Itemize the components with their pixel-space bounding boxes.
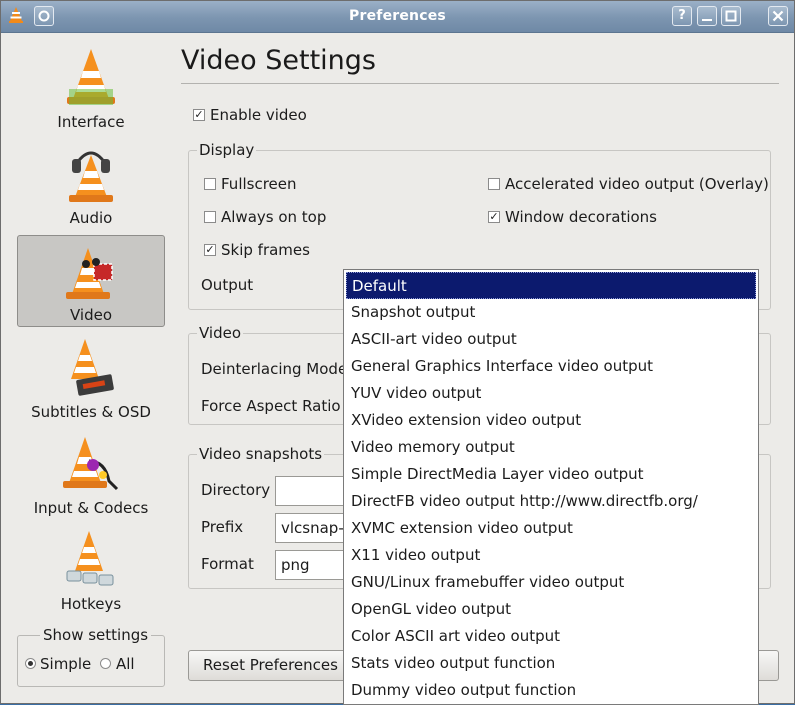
title-bar[interactable]: Preferences ?: [1, 1, 794, 33]
output-option[interactable]: Dummy video output function: [346, 677, 756, 704]
output-option[interactable]: Color ASCII art video output: [346, 623, 756, 650]
audio-cone-icon: [69, 151, 113, 202]
display-group-title: Display: [197, 141, 257, 159]
hotkeys-cone-icon: [66, 531, 114, 586]
directory-label: Directory: [201, 481, 271, 499]
category-label: Audio: [69, 209, 113, 227]
title-divider: [181, 83, 779, 84]
video-group-title: Video: [197, 324, 244, 342]
category-list: Interface Audio Video Subtitles & OSD In…: [17, 41, 165, 621]
category-subtitles-osd[interactable]: Subtitles & OSD: [17, 331, 165, 423]
accelerated-output-label[interactable]: Accelerated video output (Overlay): [505, 175, 769, 193]
output-option[interactable]: XVMC extension video output: [346, 515, 756, 542]
snapshots-group-title: Video snapshots: [197, 445, 325, 463]
accelerated-output-checkbox[interactable]: [488, 178, 500, 190]
category-video[interactable]: Video: [17, 235, 165, 327]
close-button[interactable]: [768, 6, 788, 26]
skip-frames-label[interactable]: Skip frames: [221, 241, 310, 259]
video-cone-icon: [66, 248, 113, 299]
simple-radio[interactable]: [25, 658, 36, 669]
fullscreen-label[interactable]: Fullscreen: [221, 175, 297, 193]
category-label: Subtitles & OSD: [31, 403, 151, 421]
enable-video-label[interactable]: Enable video: [210, 106, 307, 124]
prefix-label: Prefix: [201, 518, 244, 536]
all-radio[interactable]: [100, 658, 111, 669]
show-settings-group: Show settings Simple All: [17, 626, 165, 687]
category-audio[interactable]: Audio: [17, 137, 165, 229]
output-option[interactable]: GNU/Linux framebuffer video output: [346, 569, 756, 596]
simple-label[interactable]: Simple: [40, 655, 91, 673]
output-label: Output: [201, 276, 254, 294]
always-on-top-label[interactable]: Always on top: [221, 208, 326, 226]
interface-cone-icon: [67, 49, 115, 105]
all-label[interactable]: All: [116, 655, 135, 673]
deinterlacing-label: Deinterlacing Mode: [201, 360, 348, 378]
category-label: Input & Codecs: [33, 499, 149, 517]
subtitles-cone-icon: [71, 339, 114, 396]
output-option[interactable]: XVideo extension video output: [346, 407, 756, 434]
maximize-icon: [725, 10, 737, 22]
output-option[interactable]: Stats video output function: [346, 650, 756, 677]
output-option[interactable]: General Graphics Interface video output: [346, 353, 756, 380]
help-button[interactable]: ?: [672, 6, 692, 26]
enable-video-checkbox[interactable]: ✓: [193, 109, 205, 121]
page-title: Video Settings: [181, 45, 376, 76]
category-label: Hotkeys: [60, 595, 122, 613]
close-icon: [772, 10, 784, 22]
category-label: Interface: [57, 113, 125, 131]
output-option[interactable]: Video memory output: [346, 434, 756, 461]
format-label: Format: [201, 555, 254, 573]
help-icon: ?: [678, 8, 686, 23]
always-on-top-checkbox[interactable]: [204, 211, 216, 223]
output-dropdown-list[interactable]: Default Snapshot output ASCII-art video …: [343, 269, 759, 705]
category-input-codecs[interactable]: Input & Codecs: [17, 427, 165, 519]
input-codecs-cone-icon: [63, 437, 119, 491]
category-label: Video: [69, 306, 113, 324]
output-option[interactable]: X11 video output: [346, 542, 756, 569]
output-option[interactable]: ASCII-art video output: [346, 326, 756, 353]
minimize-icon: [702, 19, 712, 21]
preferences-window: Preferences ? Interface Audio Video Subt…: [0, 0, 795, 705]
maximize-button[interactable]: [721, 6, 741, 26]
output-option[interactable]: YUV video output: [346, 380, 756, 407]
output-option[interactable]: OpenGL video output: [346, 596, 756, 623]
output-option[interactable]: DirectFB video output http://www.directf…: [346, 488, 756, 515]
aspect-ratio-label: Force Aspect Ratio: [201, 397, 341, 415]
output-option-default[interactable]: Default: [346, 272, 756, 299]
reset-preferences-button[interactable]: Reset Preferences: [188, 650, 353, 681]
skip-frames-checkbox[interactable]: ✓: [204, 244, 216, 256]
minimize-button[interactable]: [697, 6, 717, 26]
output-option[interactable]: Snapshot output: [346, 299, 756, 326]
show-settings-title: Show settings: [40, 626, 152, 644]
category-hotkeys[interactable]: Hotkeys: [17, 523, 165, 615]
category-interface[interactable]: Interface: [17, 41, 165, 133]
fullscreen-checkbox[interactable]: [204, 178, 216, 190]
window-decorations-checkbox[interactable]: ✓: [488, 211, 500, 223]
output-option[interactable]: Simple DirectMedia Layer video output: [346, 461, 756, 488]
window-decorations-label[interactable]: Window decorations: [505, 208, 657, 226]
